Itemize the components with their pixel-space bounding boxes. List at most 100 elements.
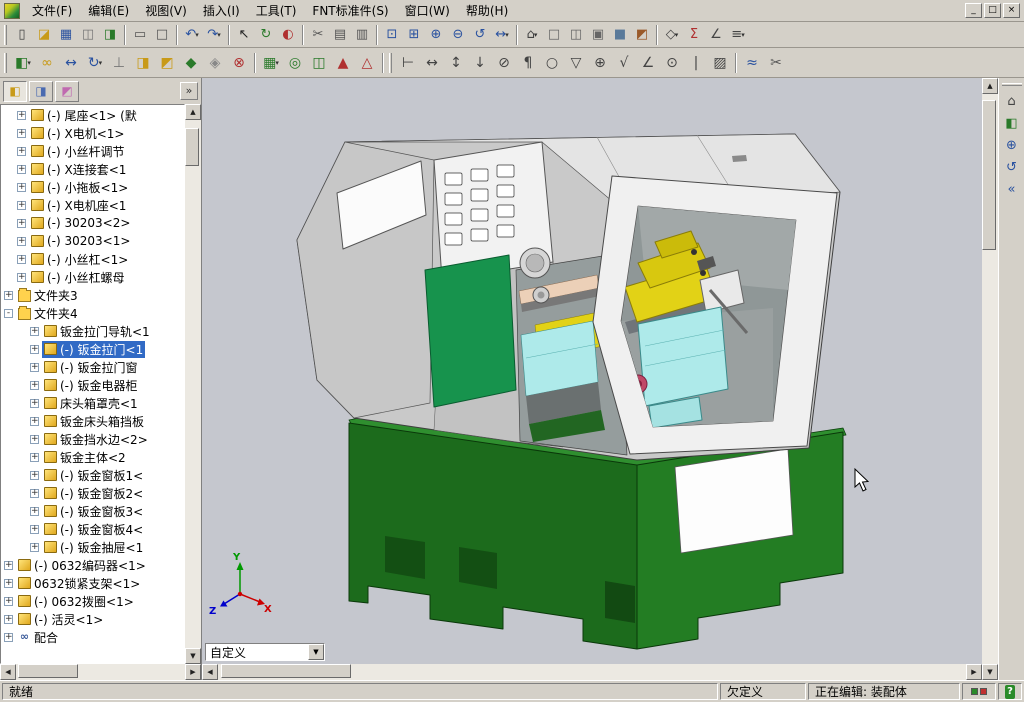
scroll-up-button[interactable]: ▲ <box>185 104 201 120</box>
centerline-button[interactable]: | <box>684 51 708 75</box>
zoom-out-button[interactable]: ⊖ <box>447 24 469 46</box>
toolbar-grip[interactable] <box>4 24 7 45</box>
menu-view[interactable]: 视图(V) <box>137 1 195 21</box>
save-button[interactable]: ▦ <box>55 24 77 46</box>
tree-item-target[interactable]: (-) 钣金窗板1< <box>42 467 145 484</box>
toolbar-grip[interactable] <box>389 52 392 73</box>
tree-item-target[interactable]: (-) 尾座<1> (默 <box>29 107 139 124</box>
expand-box-icon[interactable]: + <box>4 632 13 642</box>
tree-item-target[interactable]: (-) 小丝杠螺母 <box>29 269 127 286</box>
tree-item-target[interactable]: (-) 钣金窗板3< <box>42 503 145 520</box>
tree-item-target[interactable]: (-) 钣金拉门<1 <box>42 340 146 358</box>
scroll-thumb[interactable] <box>185 128 199 166</box>
datum-feature-button[interactable]: ▽ <box>564 51 588 75</box>
menu-window[interactable]: 窗口(W) <box>397 1 458 21</box>
linear-component-pattern-button[interactable]: ▦ ▾ <box>259 51 283 75</box>
note-button[interactable]: ¶ <box>516 51 540 75</box>
tree-item-target[interactable]: (-) 0632编码器<1> <box>16 557 148 574</box>
tree-item-target[interactable]: (-) 30203<2> <box>29 216 132 230</box>
tree-item-target[interactable]: (-) X电机座<1 <box>29 197 128 214</box>
tree-item-target[interactable]: (-) 小丝杠<1> <box>29 251 130 268</box>
undo-button[interactable]: ↶ ▾ <box>181 24 203 46</box>
tree-item-target[interactable]: (-) 活灵<1> <box>16 611 105 628</box>
options-button[interactable]: ≡ ▾ <box>727 24 749 46</box>
tree-horizontal-scrollbar[interactable]: ◀ ▶ <box>0 664 201 680</box>
menu-tools[interactable]: 工具(T) <box>248 1 305 21</box>
spline-button[interactable]: ≈ <box>740 51 764 75</box>
print-preview-button[interactable]: □ <box>151 24 173 46</box>
collapse-box-icon[interactable]: - <box>4 308 13 318</box>
rotate-component-button[interactable]: ↻ ▾ <box>83 51 107 75</box>
cut-button[interactable]: ✂ <box>307 24 329 46</box>
tree-item-target[interactable]: 钣金床头箱挡板 <box>42 413 146 430</box>
no-external-references-button[interactable]: ◈ <box>203 51 227 75</box>
zoom-in-out-button[interactable]: ⊕ <box>425 24 447 46</box>
expand-box-icon[interactable]: + <box>17 146 26 156</box>
expand-box-icon[interactable]: + <box>17 218 26 228</box>
graphics-area[interactable]: Y X Z 自定义 ▼ <box>202 78 982 664</box>
menu-file[interactable]: 文件(F) <box>24 1 80 21</box>
circular-component-pattern-button[interactable]: ◎ <box>283 51 307 75</box>
zoom-to-area-button[interactable]: ⊞ <box>403 24 425 46</box>
scroll-down-button[interactable]: ▼ <box>185 648 201 664</box>
redo-button[interactable]: ↷ ▾ <box>203 24 225 46</box>
tab-featuremanager[interactable]: ◧ <box>3 80 27 102</box>
shaded-with-edges-button[interactable]: ■ <box>609 24 631 46</box>
print-button[interactable]: ▭ <box>129 24 151 46</box>
expand-box-icon[interactable]: + <box>4 290 13 300</box>
tree-item-target[interactable]: (-) 小拖板<1> <box>29 179 130 196</box>
expand-box-icon[interactable]: + <box>30 506 39 516</box>
hide-show-component-button[interactable]: ◨ <box>131 51 155 75</box>
tree-vertical-scrollbar[interactable]: ▲ ▼ <box>185 104 201 664</box>
restore-button[interactable]: □ <box>984 3 1001 18</box>
standard-views-button[interactable]: ⌂ ▾ <box>521 24 543 46</box>
expand-box-icon[interactable]: + <box>30 488 39 498</box>
previous-view-button[interactable]: ↺ <box>1001 156 1023 178</box>
expand-box-icon[interactable]: + <box>17 254 26 264</box>
zoom-to-area-button[interactable]: ⊕ <box>1001 134 1023 156</box>
expand-box-icon[interactable]: + <box>4 614 13 624</box>
rebuild-button[interactable]: ↻ <box>255 24 277 46</box>
combo-dropdown-icon[interactable]: ▼ <box>308 644 324 660</box>
menu-edit[interactable]: 编辑(E) <box>80 1 137 21</box>
pan-button[interactable]: ↔ ▾ <box>491 24 513 46</box>
expand-box-icon[interactable]: + <box>30 362 39 372</box>
smart-fasteners-button[interactable]: ⊥ <box>107 51 131 75</box>
make-drawing-from-part-button[interactable]: ◫ <box>77 24 99 46</box>
center-mark-button[interactable]: ⊙ <box>660 51 684 75</box>
select-button[interactable]: ↖ <box>233 24 255 46</box>
copy-button[interactable]: ▤ <box>329 24 351 46</box>
tree-item-target[interactable]: (-) X连接套<1 <box>29 161 128 178</box>
tree-item-target[interactable]: 文件夹4 <box>16 305 80 322</box>
mass-properties-button[interactable]: Σ <box>683 24 705 46</box>
tree-item-target[interactable]: 钣金拉门导轨<1 <box>42 323 152 340</box>
tree-item-target[interactable]: (-) 30203<1> <box>29 234 132 248</box>
wireframe-button[interactable]: □ <box>543 24 565 46</box>
status-help[interactable]: ? <box>998 683 1022 700</box>
menu-insert[interactable]: 插入(I) <box>195 1 248 21</box>
view-home-button[interactable]: ⌂ <box>1001 90 1023 112</box>
tree-item-target[interactable]: (-) 钣金拉门窗 <box>42 359 140 376</box>
explode-line-sketch-button[interactable]: △ <box>355 51 379 75</box>
scroll-thumb[interactable] <box>221 664 351 678</box>
scroll-left-button[interactable]: ◀ <box>202 664 218 680</box>
tree-item-target[interactable]: 床头箱罩壳<1 <box>42 395 140 412</box>
area-hatch-button[interactable]: ▨ <box>708 51 732 75</box>
insert-component-button[interactable]: ◧ ▾ <box>11 51 35 75</box>
panel-collapse-button[interactable]: » <box>180 82 198 100</box>
tree-item-target[interactable]: (-) 0632拨圈<1> <box>16 593 136 610</box>
tree-item-target[interactable]: (-) 小丝杆调节 <box>29 143 127 160</box>
tree-item-target[interactable]: (-) X电机<1> <box>29 125 126 142</box>
weld-symbol-button[interactable]: ∠ <box>636 51 660 75</box>
hidden-lines-removed-button[interactable]: ▣ <box>587 24 609 46</box>
scroll-track[interactable] <box>982 94 998 664</box>
minimize-button[interactable]: _ <box>965 3 982 18</box>
surface-finish-button[interactable]: √ <box>612 51 636 75</box>
tab-propertymanager[interactable]: ◨ <box>29 80 53 102</box>
expand-box-icon[interactable]: + <box>30 398 39 408</box>
edit-color-button[interactable]: ◐ <box>277 24 299 46</box>
open-document-button[interactable]: ◪ <box>33 24 55 46</box>
expand-box-icon[interactable]: + <box>17 200 26 210</box>
tree-item-target[interactable]: (-) 钣金窗板2< <box>42 485 145 502</box>
hole-callout-button[interactable]: ⊘ <box>492 51 516 75</box>
